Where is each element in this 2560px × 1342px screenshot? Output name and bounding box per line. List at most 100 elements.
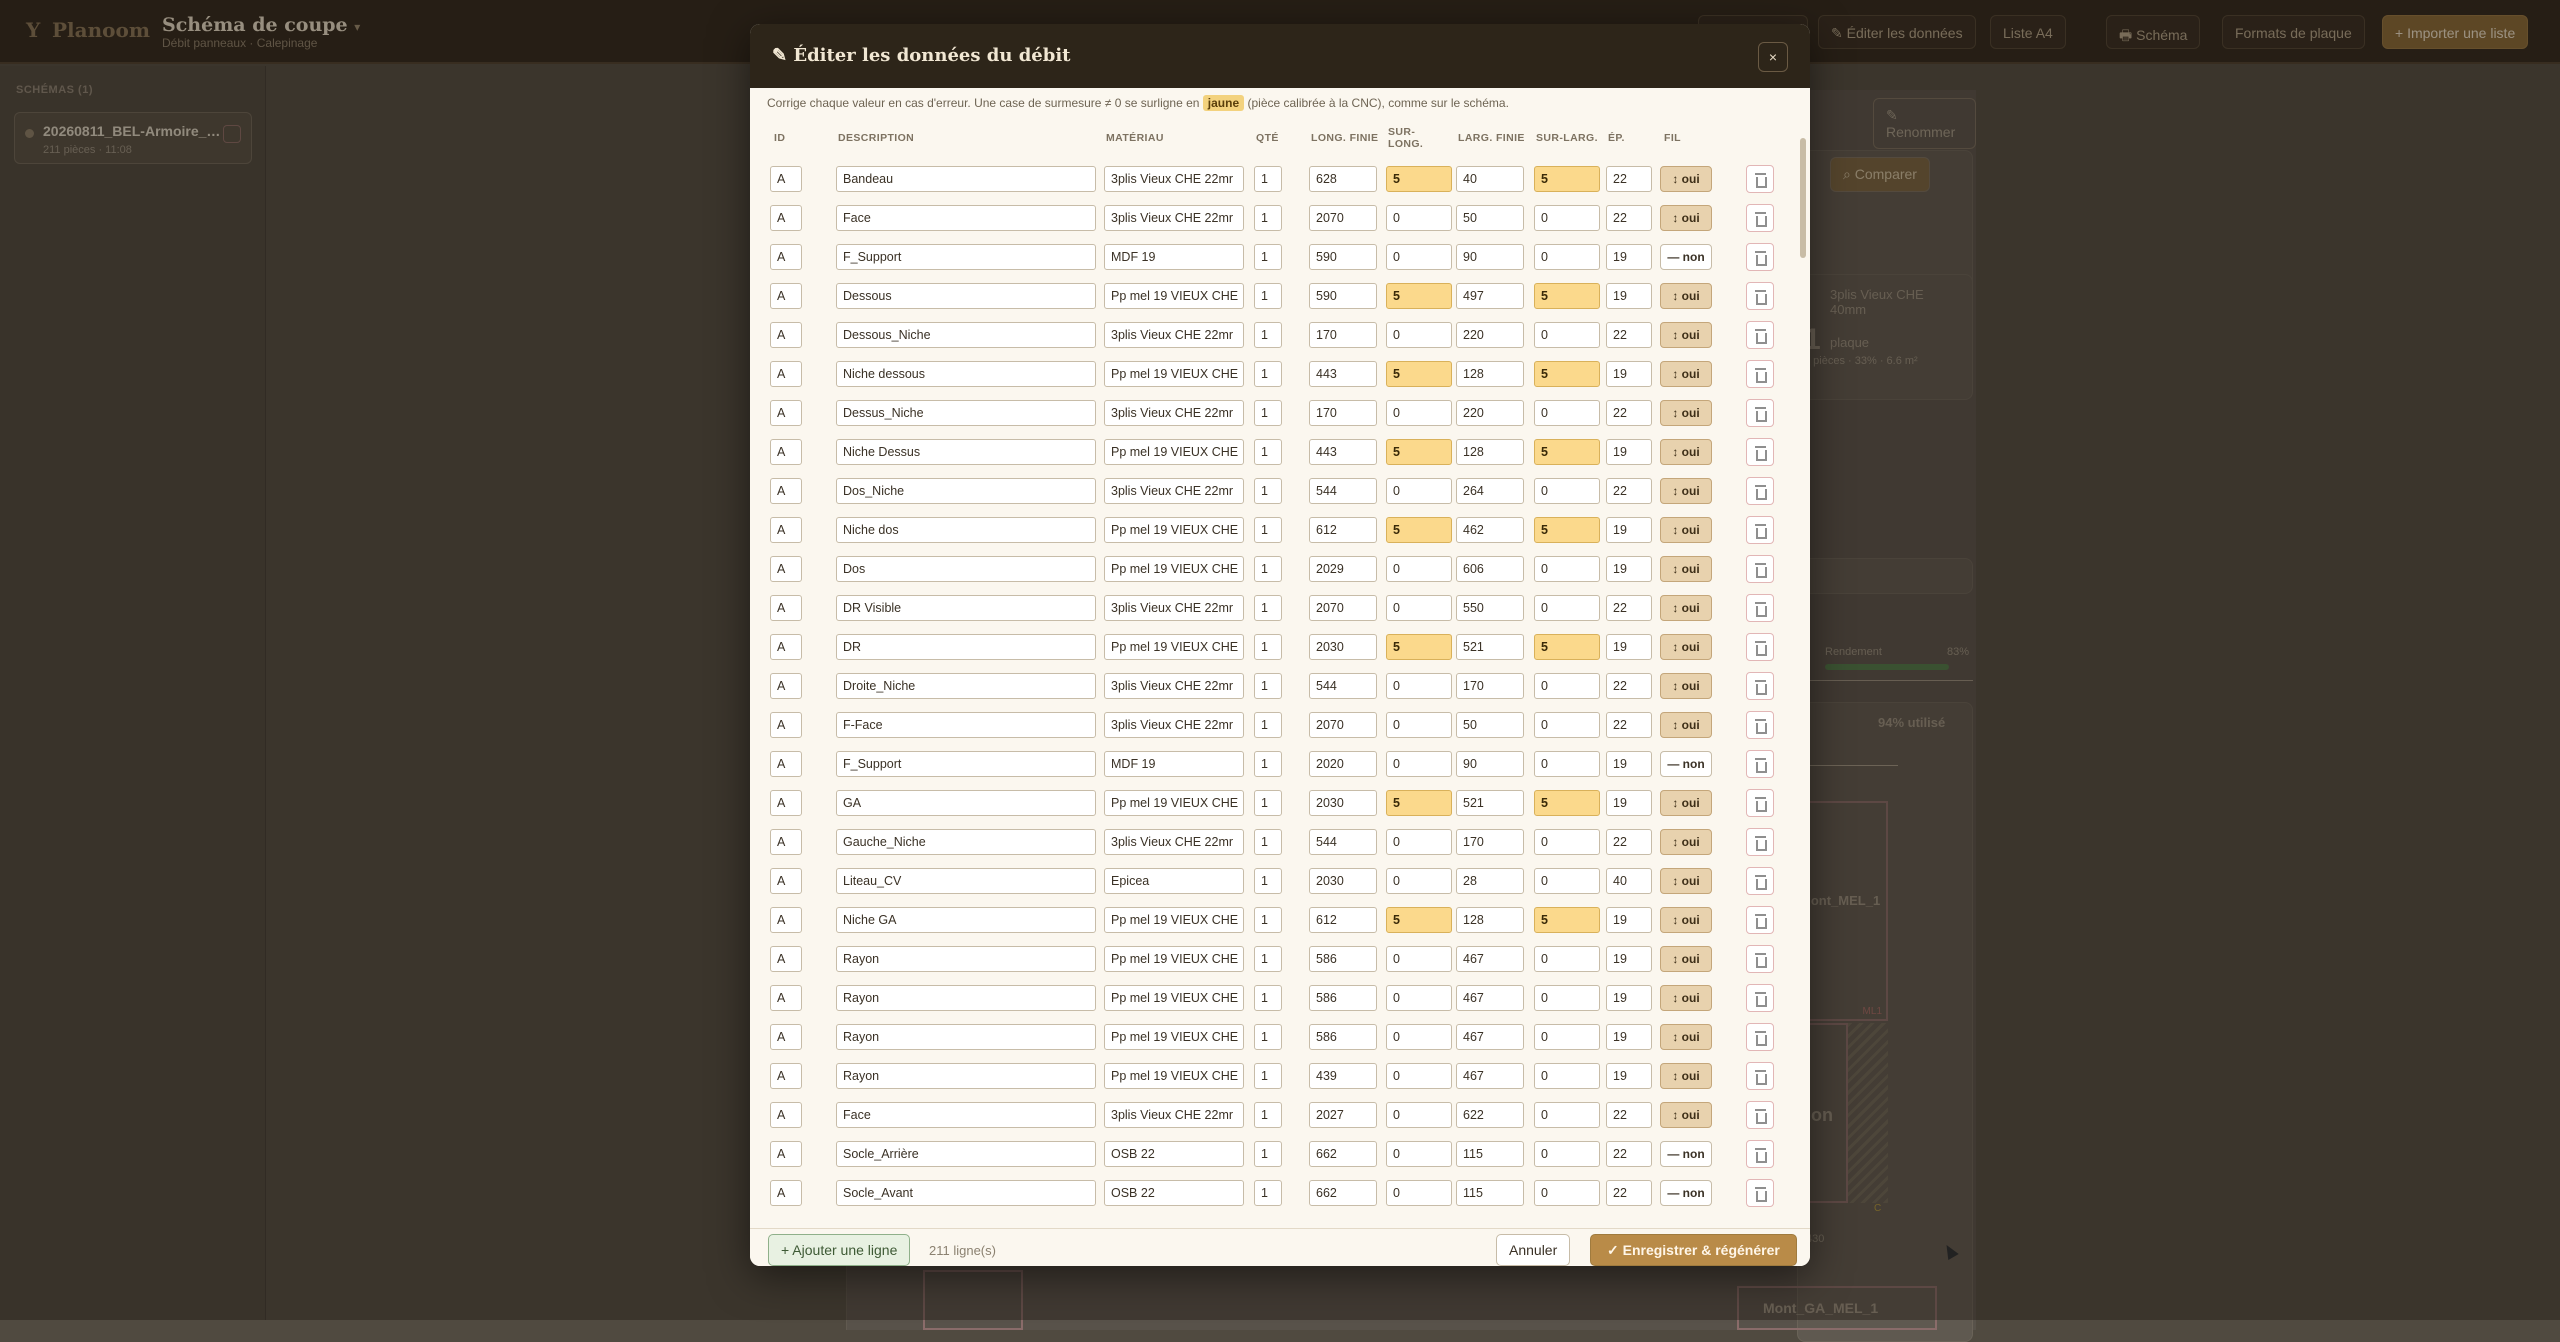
larg-field[interactable]: 521 [1456, 634, 1524, 660]
surlarg-field[interactable]: 0 [1534, 868, 1600, 894]
material-field[interactable]: Pp mel 19 VIEUX CHE [1104, 946, 1244, 972]
larg-field[interactable]: 550 [1456, 595, 1524, 621]
ep-field[interactable]: 22 [1606, 478, 1652, 504]
qty-field[interactable]: 1 [1254, 634, 1282, 660]
grain-toggle[interactable]: ↕ oui [1660, 868, 1712, 894]
qty-field[interactable]: 1 [1254, 1180, 1282, 1206]
grain-toggle[interactable]: ↕ oui [1660, 1024, 1712, 1050]
larg-field[interactable]: 128 [1456, 907, 1524, 933]
ep-field[interactable]: 19 [1606, 985, 1652, 1011]
surlarg-field[interactable]: 5 [1534, 634, 1600, 660]
trash-icon[interactable] [1746, 906, 1774, 934]
grain-toggle[interactable]: — non [1660, 751, 1712, 777]
long-field[interactable]: 2070 [1309, 712, 1377, 738]
description-field[interactable]: Socle_Avant [836, 1180, 1096, 1206]
ep-field[interactable]: 19 [1606, 556, 1652, 582]
long-field[interactable]: 170 [1309, 322, 1377, 348]
grain-toggle[interactable]: ↕ oui [1660, 712, 1712, 738]
material-field[interactable]: 3plis Vieux CHE 22mr [1104, 829, 1244, 855]
description-field[interactable]: Niche Dessus [836, 439, 1096, 465]
larg-field[interactable]: 50 [1456, 205, 1524, 231]
larg-field[interactable]: 220 [1456, 322, 1524, 348]
qty-field[interactable]: 1 [1254, 517, 1282, 543]
larg-field[interactable]: 115 [1456, 1141, 1524, 1167]
grain-toggle[interactable]: — non [1660, 1141, 1712, 1167]
surlong-field[interactable]: 0 [1386, 1180, 1452, 1206]
grain-toggle[interactable]: ↕ oui [1660, 400, 1712, 426]
larg-field[interactable]: 462 [1456, 517, 1524, 543]
long-field[interactable]: 586 [1309, 946, 1377, 972]
description-field[interactable]: Liteau_CV [836, 868, 1096, 894]
trash-icon[interactable] [1746, 1140, 1774, 1168]
qty-field[interactable]: 1 [1254, 790, 1282, 816]
long-field[interactable]: 2030 [1309, 634, 1377, 660]
larg-field[interactable]: 28 [1456, 868, 1524, 894]
ep-field[interactable]: 19 [1606, 439, 1652, 465]
surlarg-field[interactable]: 0 [1534, 1063, 1600, 1089]
id-field[interactable]: A [770, 868, 802, 894]
grain-toggle[interactable]: ↕ oui [1660, 322, 1712, 348]
larg-field[interactable]: 170 [1456, 673, 1524, 699]
id-field[interactable]: A [770, 907, 802, 933]
qty-field[interactable]: 1 [1254, 946, 1282, 972]
surlarg-field[interactable]: 5 [1534, 517, 1600, 543]
grain-toggle[interactable]: ↕ oui [1660, 634, 1712, 660]
surlarg-field[interactable]: 5 [1534, 283, 1600, 309]
qty-field[interactable]: 1 [1254, 868, 1282, 894]
surlarg-field[interactable]: 0 [1534, 1102, 1600, 1128]
larg-field[interactable]: 606 [1456, 556, 1524, 582]
surlong-field[interactable]: 0 [1386, 595, 1452, 621]
larg-field[interactable]: 128 [1456, 439, 1524, 465]
surlarg-field[interactable]: 0 [1534, 1024, 1600, 1050]
surlong-field[interactable]: 0 [1386, 1024, 1452, 1050]
id-field[interactable]: A [770, 556, 802, 582]
long-field[interactable]: 2070 [1309, 595, 1377, 621]
trash-icon[interactable] [1746, 243, 1774, 271]
trash-icon[interactable] [1746, 438, 1774, 466]
ep-field[interactable]: 22 [1606, 829, 1652, 855]
long-field[interactable]: 2027 [1309, 1102, 1377, 1128]
material-field[interactable]: Pp mel 19 VIEUX CHE [1104, 556, 1244, 582]
grain-toggle[interactable]: ↕ oui [1660, 907, 1712, 933]
id-field[interactable]: A [770, 517, 802, 543]
ep-field[interactable]: 19 [1606, 1063, 1652, 1089]
material-field[interactable]: Pp mel 19 VIEUX CHE [1104, 1024, 1244, 1050]
trash-icon[interactable] [1746, 1023, 1774, 1051]
long-field[interactable]: 544 [1309, 478, 1377, 504]
trash-icon[interactable] [1746, 789, 1774, 817]
long-field[interactable]: 612 [1309, 517, 1377, 543]
qty-field[interactable]: 1 [1254, 712, 1282, 738]
grain-toggle[interactable]: ↕ oui [1660, 1102, 1712, 1128]
description-field[interactable]: Face [836, 1102, 1096, 1128]
surlong-field[interactable]: 0 [1386, 712, 1452, 738]
id-field[interactable]: A [770, 1180, 802, 1206]
description-field[interactable]: Gauche_Niche [836, 829, 1096, 855]
material-field[interactable]: 3plis Vieux CHE 22mr [1104, 673, 1244, 699]
grain-toggle[interactable]: ↕ oui [1660, 517, 1712, 543]
long-field[interactable]: 2030 [1309, 790, 1377, 816]
ep-field[interactable]: 19 [1606, 634, 1652, 660]
larg-field[interactable]: 40 [1456, 166, 1524, 192]
material-field[interactable]: 3plis Vieux CHE 22mr [1104, 478, 1244, 504]
id-field[interactable]: A [770, 829, 802, 855]
trash-icon[interactable] [1746, 984, 1774, 1012]
surlong-field[interactable]: 5 [1386, 439, 1452, 465]
long-field[interactable]: 2070 [1309, 205, 1377, 231]
description-field[interactable]: Rayon [836, 946, 1096, 972]
description-field[interactable]: GA [836, 790, 1096, 816]
surlong-field[interactable]: 0 [1386, 946, 1452, 972]
trash-icon[interactable] [1746, 1062, 1774, 1090]
surlarg-field[interactable]: 0 [1534, 985, 1600, 1011]
surlarg-field[interactable]: 5 [1534, 907, 1600, 933]
long-field[interactable]: 612 [1309, 907, 1377, 933]
trash-icon[interactable] [1746, 945, 1774, 973]
trash-icon[interactable] [1746, 711, 1774, 739]
long-field[interactable]: 628 [1309, 166, 1377, 192]
surlong-field[interactable]: 5 [1386, 283, 1452, 309]
surlong-field[interactable]: 0 [1386, 556, 1452, 582]
surlong-field[interactable]: 0 [1386, 1141, 1452, 1167]
surlong-field[interactable]: 5 [1386, 166, 1452, 192]
qty-field[interactable]: 1 [1254, 595, 1282, 621]
id-field[interactable]: A [770, 205, 802, 231]
surlarg-field[interactable]: 5 [1534, 439, 1600, 465]
